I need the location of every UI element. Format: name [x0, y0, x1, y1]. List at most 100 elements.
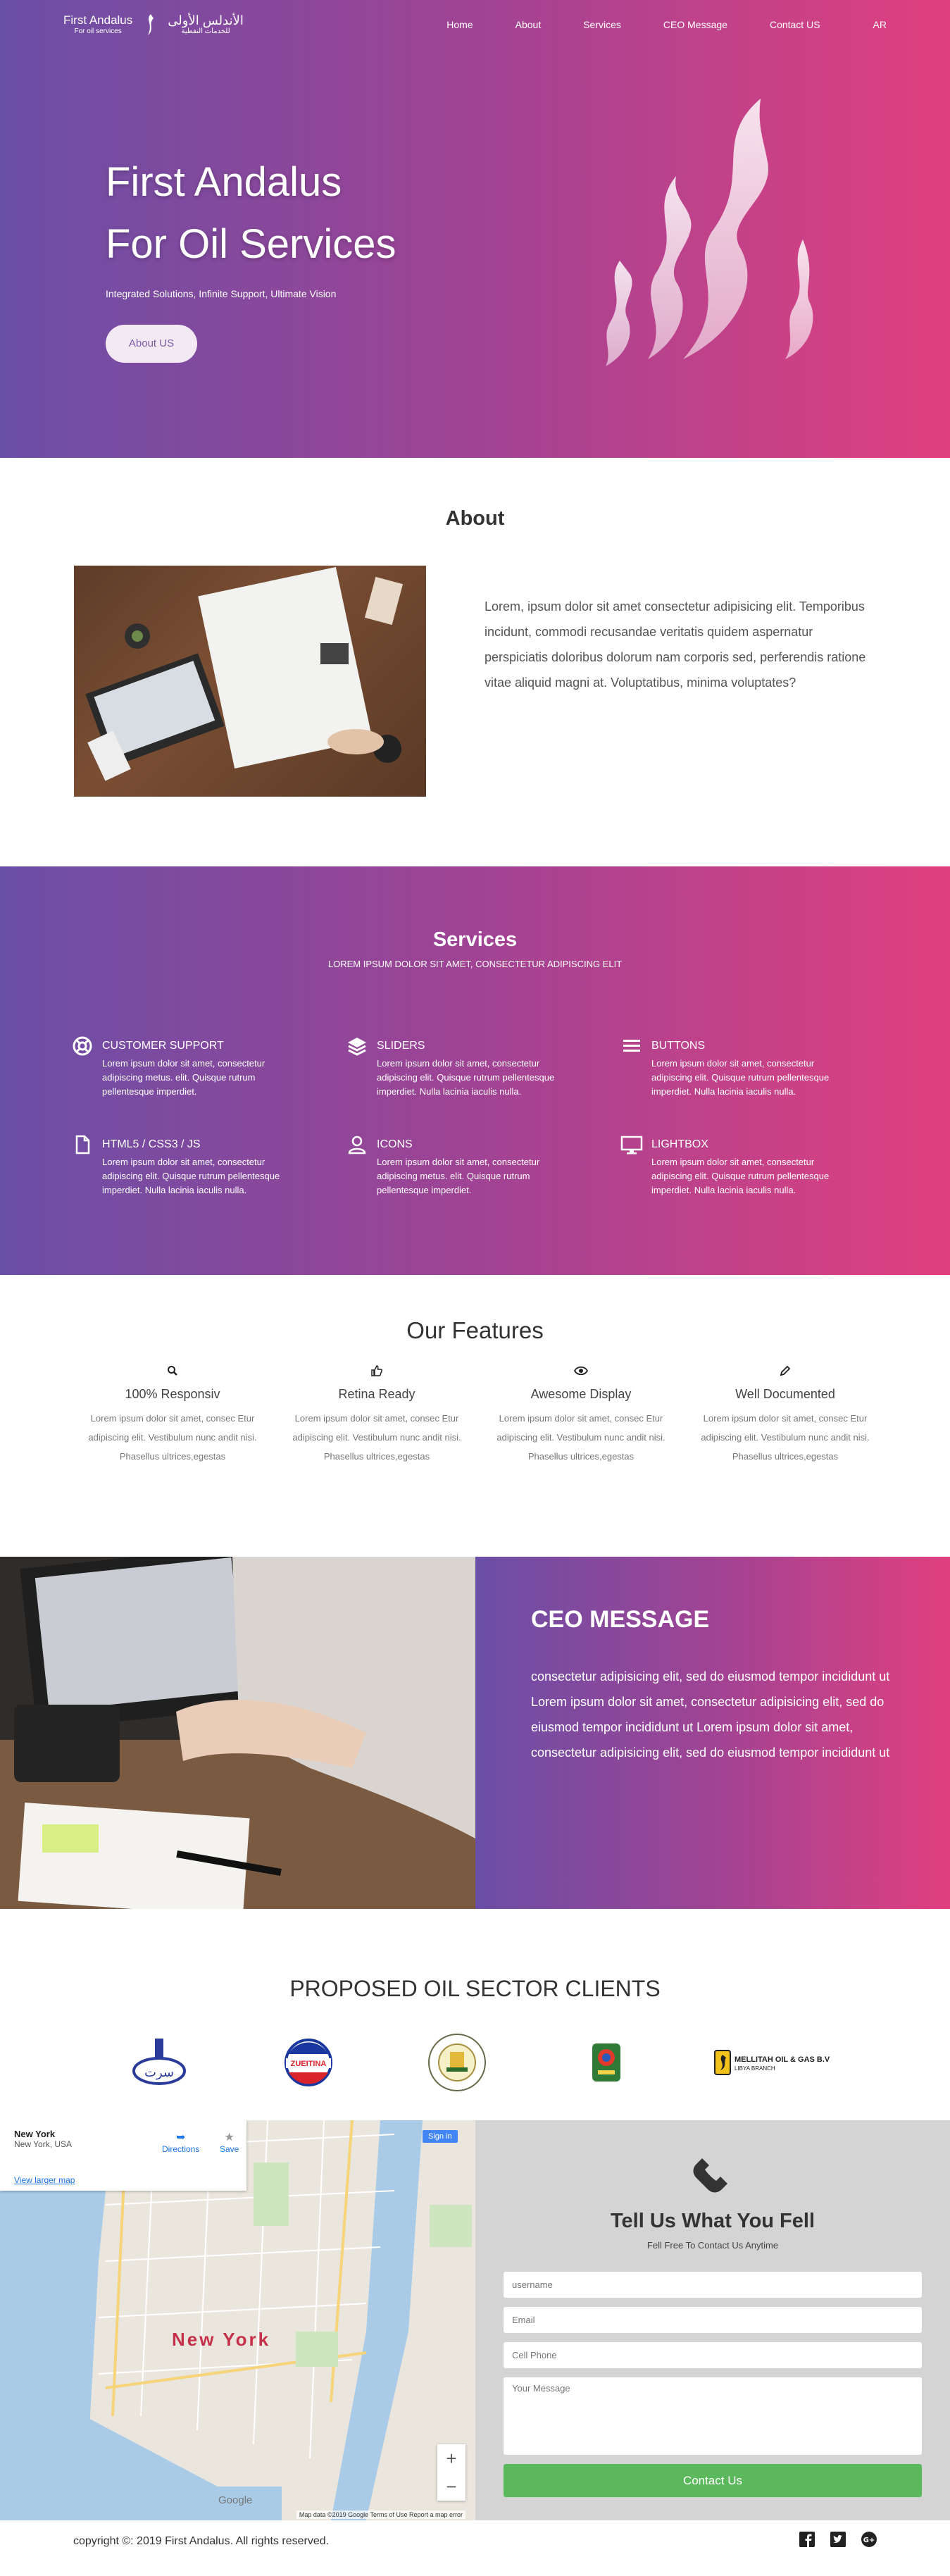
nav-about[interactable]: About: [515, 19, 542, 30]
map-attribution[interactable]: Map data ©2019 Google Terms of Use Repor…: [296, 2510, 465, 2519]
map-signin-button[interactable]: Sign in: [423, 2130, 458, 2143]
service-item: LIGHTBOX Lorem ipsum dolor sit amet, cons…: [620, 1134, 894, 1197]
client-logo-mellitah-name: MELLITAH OIL & GAS B.V: [735, 2055, 830, 2064]
hero-text: First Andalus For Oil Services Integrate…: [106, 151, 396, 363]
clients-title: PROPOSED OIL SECTOR CLIENTS: [289, 1976, 661, 2001]
star-icon: ★: [224, 2132, 235, 2143]
service-text: Lorem ipsum dolor sit amet, consectetur …: [377, 1058, 555, 1097]
map-directions-label: Directions: [162, 2144, 200, 2154]
logo-tagline-ar: للخدمات النفطية: [181, 27, 230, 36]
client-logo-sirte-text: سرت: [144, 2065, 174, 2080]
main-menu: Home About Services CEO Message Contact …: [404, 19, 887, 30]
contact-section: New York New York, USA ➥ Directions ★ Sa…: [0, 2120, 950, 2520]
twitter-icon[interactable]: [830, 2532, 846, 2551]
nav-services[interactable]: Services: [583, 19, 621, 30]
services-grid: CUSTOMER SUPPORT Lorem ipsum dolor sit am…: [70, 1035, 887, 1197]
desk-laptop-photo: [85, 566, 404, 781]
nav-contact[interactable]: Contact US: [770, 19, 820, 30]
nav-home[interactable]: Home: [446, 19, 473, 30]
message-textarea[interactable]: [504, 2377, 922, 2455]
contact-subtitle: Fell Free To Contact Us Anytime: [646, 2240, 779, 2251]
feature-title: Well Documented: [735, 1387, 835, 1401]
about-title: About: [445, 507, 505, 530]
features-title: Our Features: [406, 1317, 544, 1343]
service-item: SLIDERS Lorem ipsum dolor sit amet, conse…: [345, 1035, 620, 1099]
feature-title: Awesome Display: [530, 1387, 632, 1401]
pencil-icon: [683, 1362, 887, 1380]
clients-logos: سرت ZUEITINA MELLITAH OIL & GAS B.V LIBY…: [0, 2034, 950, 2091]
contact-form-panel: Tell Us What You Fell Fell Free To Conta…: [475, 2120, 950, 2520]
service-item: CUSTOMER SUPPORT Lorem ipsum dolor sit am…: [70, 1035, 345, 1099]
client-logo-waha: [564, 2034, 649, 2091]
email-input[interactable]: [504, 2307, 922, 2333]
service-title: HTML5 / CSS3 / JS: [102, 1138, 201, 1150]
feature-title: 100% Responsiv: [125, 1387, 220, 1401]
service-text: Lorem ipsum dolor sit amet, consectetur …: [651, 1157, 830, 1195]
google-plus-icon[interactable]: G+: [861, 2532, 877, 2551]
nav-ceo-message[interactable]: CEO Message: [663, 19, 727, 30]
client-logo-brega: [415, 2034, 499, 2091]
clients-section: PROPOSED OIL SECTOR CLIENTS سرت ZUEITINA: [0, 1909, 950, 2120]
svg-text:G+: G+: [863, 2537, 875, 2544]
file-icon: [70, 1134, 94, 1157]
flames-illustration-icon: [606, 99, 813, 366]
service-text: Lorem ipsum dolor sit amet, consectetur …: [102, 1157, 280, 1195]
feature-text: Lorem ipsum dolor sit amet, consec Etur …: [88, 1413, 257, 1462]
life-ring-icon: [70, 1035, 94, 1059]
service-item: HTML5 / CSS3 / JS Lorem ipsum dolor sit a…: [70, 1134, 345, 1197]
about-text: Lorem, ipsum dolor sit amet consectetur …: [485, 599, 866, 690]
service-text: Lorem ipsum dolor sit amet, consectetur …: [377, 1157, 540, 1195]
zoom-out-button[interactable]: −: [446, 2476, 456, 2498]
hero-title: First Andalus For Oil Services: [106, 151, 396, 275]
brand-logo[interactable]: First Andalus For oil services الأندلس ا…: [63, 13, 244, 37]
ceo-section: CEO MESSAGE consectetur adipisicing elit…: [0, 1557, 950, 1909]
map-save-button[interactable]: ★ Save: [220, 2130, 239, 2154]
hero-section: First Andalus For oil services الأندلس ا…: [0, 0, 950, 458]
feature-item: Well Documented Lorem ipsum dolor sit am…: [683, 1362, 887, 1466]
service-title: BUTTONS: [651, 1040, 706, 1052]
zoom-in-button[interactable]: +: [446, 2448, 456, 2470]
hero-title-line1: First Andalus: [106, 159, 342, 205]
page-footer: copyright ©: 2019 First Andalus. All rig…: [0, 2520, 950, 2562]
service-text: Lorem ipsum dolor sit amet, consectetur …: [651, 1058, 830, 1097]
services-section: Services LOREM IPSUM DOLOR SIT AMET, CON…: [0, 866, 950, 1275]
map-place-address: New York, USA: [14, 2139, 73, 2149]
username-input[interactable]: [504, 2272, 922, 2298]
hero-title-line2: For Oil Services: [106, 221, 396, 267]
nav-language-ar[interactable]: AR: [873, 19, 887, 30]
laptop-work-photo: [0, 1557, 475, 1909]
map-city-label: New York: [172, 2329, 271, 2350]
ceo-text: consectetur adipisicing elit, sed do eiu…: [531, 1669, 890, 1760]
client-logo-mellitah-sub: LIBYA BRANCH: [735, 2065, 775, 2072]
google-map[interactable]: New York New York, USA ➥ Directions ★ Sa…: [0, 2120, 475, 2520]
feature-item: 100% Responsiv Lorem ipsum dolor sit ame…: [70, 1362, 275, 1466]
layers-icon: [345, 1035, 368, 1059]
client-logo-zueitina-text: ZUEITINA: [290, 2060, 326, 2068]
services-title: Services: [432, 928, 518, 951]
flame-logo-icon: [148, 14, 154, 35]
client-logo-zueitina: ZUEITINA: [266, 2034, 351, 2091]
feature-text: Lorem ipsum dolor sit amet, consec Etur …: [292, 1413, 461, 1462]
service-text: Lorem ipsum dolor sit amet, consectetur …: [102, 1058, 265, 1097]
service-title: LIGHTBOX: [651, 1138, 708, 1150]
ceo-title: CEO MESSAGE: [531, 1606, 710, 1633]
menu-icon: [620, 1035, 643, 1059]
top-nav: First Andalus For oil services الأندلس ا…: [0, 0, 950, 49]
logo-arabic: الأندلس الأولى للخدمات النفطية: [168, 13, 244, 36]
contact-submit-button[interactable]: Contact Us: [504, 2464, 922, 2497]
google-wordmark: Google: [218, 2494, 253, 2506]
features-section: Our Features 100% Responsiv Lorem ipsum …: [0, 1275, 950, 1557]
client-logo-mellitah: MELLITAH OIL & GAS B.V LIBYA BRANCH: [713, 2034, 833, 2091]
facebook-icon[interactable]: [799, 2532, 815, 2551]
phone-input[interactable]: [504, 2342, 922, 2368]
view-larger-map-link[interactable]: View larger map: [14, 2175, 75, 2185]
logo-tagline-en: For oil services: [74, 27, 122, 35]
contact-title: Tell Us What You Fell: [610, 2210, 815, 2232]
logo-name-en: First Andalus: [63, 13, 133, 27]
about-us-button[interactable]: About US: [106, 325, 197, 363]
client-logo-sirte: سرت: [117, 2034, 201, 2091]
feature-text: Lorem ipsum dolor sit amet, consec Etur …: [701, 1413, 870, 1462]
service-item: ICONS Lorem ipsum dolor sit amet, consect…: [345, 1134, 620, 1197]
map-directions-button[interactable]: ➥ Directions: [162, 2130, 199, 2154]
feature-title: Retina Ready: [338, 1387, 415, 1401]
